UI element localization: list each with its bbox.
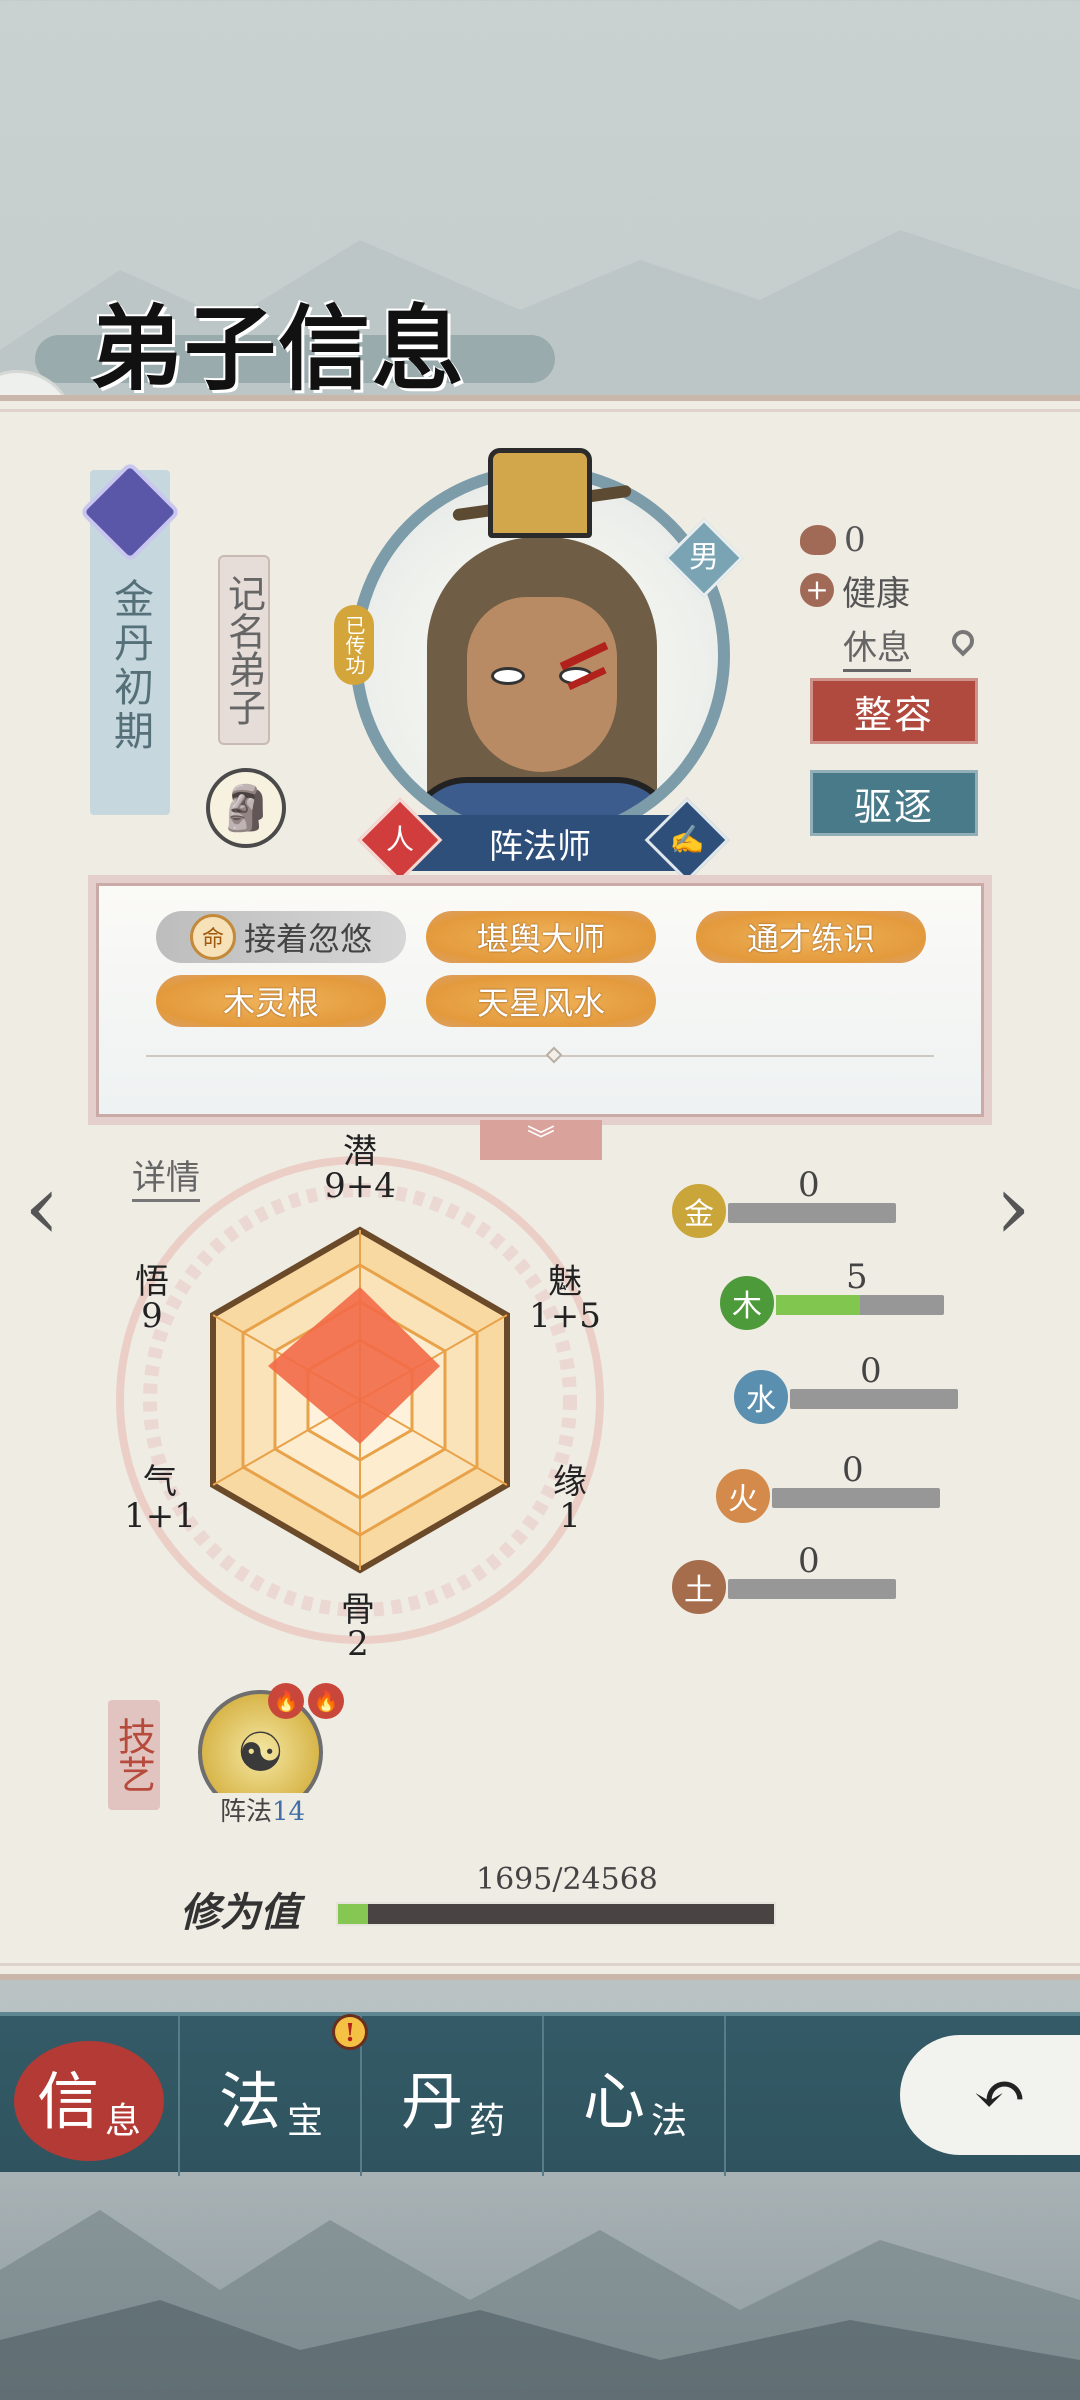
class-name: 阵法师 [489,826,591,867]
traits-divider [146,1055,934,1057]
element-value: 0 [842,1450,864,1490]
portrait-face [467,597,617,772]
attr-bone: 骨 2 [318,1593,398,1661]
mood-count: 0 [844,520,866,560]
traits-panel: 命 接着忽悠 堪舆大师 通才练识 木灵根 天星风水 [88,875,992,1125]
prev-disciple-arrow-icon[interactable]: ‹ [24,1155,60,1260]
attr-value: 9+4 [324,1166,396,1206]
tab-label-small: 宝 [287,2101,324,2142]
skills-label: 技艺 [108,1700,160,1810]
spirit-beast-icon[interactable]: 🗿 [206,768,286,848]
attr-insight: 悟 9 [112,1265,192,1333]
element-value: 5 [846,1257,868,1297]
passed-down-badge: 已传功 [334,605,374,685]
skill-name-label: 阵法14 [200,1793,325,1831]
element-bar [776,1295,944,1315]
element-bar [728,1203,896,1223]
page-title: 弟子信息 [90,295,467,403]
status-panel: 0 + 健康 [800,515,910,615]
portrait-crown [488,448,592,538]
health-status: 健康 [842,573,910,614]
attr-value: 9 [141,1296,163,1336]
attr-potential: 潜 9+4 [320,1135,400,1203]
flame-icon: 🔥 [268,1683,304,1719]
trait-label: 接着忽悠 [243,920,372,958]
trait-tag[interactable]: 命 接着忽悠 [156,911,406,963]
tab-label-big: 信 [36,2065,99,2138]
cultivation-label: 修为值 [180,1889,300,1936]
next-disciple-arrow-icon[interactable]: › [995,1155,1031,1260]
attr-name: 骨 [341,1590,375,1630]
attr-qi: 气 1+1 [120,1465,200,1533]
tab-info[interactable]: 信息 [0,2016,180,2176]
mood-icon [800,525,836,555]
element-value: 0 [860,1351,882,1391]
tab-label-big: 法 [218,2065,281,2138]
element-bar [728,1579,896,1599]
divider-ornament [545,1046,563,1064]
attr-name: 缘 [553,1462,587,1502]
wood-element-icon: 木 [716,1272,778,1334]
race-label: 人 [385,823,414,856]
cultivation-bar [336,1902,776,1926]
element-value: 0 [798,1541,820,1581]
tab-label-big: 心 [582,2065,645,2138]
attr-name: 魅 [548,1262,582,1302]
tab-label-big: 丹 [400,2065,463,2138]
element-bar [772,1488,940,1508]
attr-name: 悟 [135,1262,169,1302]
health-icon: + [800,573,834,607]
attr-name: 气 [143,1462,177,1502]
attr-fate: 缘 1 [530,1465,610,1533]
attribute-radar-chart [116,1156,604,1644]
attr-value: 2 [347,1624,369,1664]
tab-pills[interactable]: 丹药 [364,2016,544,2176]
trait-label: 天星风水 [476,984,605,1022]
trait-tag[interactable]: 天星风水 [426,975,656,1027]
element-bar-fill [776,1295,860,1315]
element-value: 0 [798,1165,820,1205]
realm-banner: 金丹初期 [79,461,181,815]
tab-label-small: 息 [105,2101,142,2142]
fire-element-icon: 火 [712,1465,774,1527]
tab-label-small: 药 [469,2101,506,2142]
rank-label: 记名弟子 [218,555,270,745]
trait-tag[interactable]: 通才练识 [696,911,926,963]
back-arrow-button[interactable]: ↶ [900,2035,1080,2155]
cultivation-bar-fill [338,1904,369,1924]
trait-label: 堪舆大师 [476,920,605,958]
realm-label: 金丹初期 [107,578,153,754]
makeover-button[interactable]: 整容 [810,678,978,744]
title-area: 弟子信息 [35,275,555,408]
background-mountains-bottom [0,2210,1080,2400]
portrait-scar [559,641,609,671]
attr-value: 1+5 [529,1296,601,1336]
skill-name: 阵法 [219,1797,272,1827]
skill-level: 14 [271,1797,306,1827]
trait-tag[interactable]: 堪舆大师 [426,911,656,963]
attr-name: 潜 [343,1132,377,1172]
metal-element-icon: 金 [668,1180,730,1242]
expel-button[interactable]: 驱逐 [810,770,978,836]
earth-element-icon: 土 [668,1556,730,1618]
tab-mind-method[interactable]: 心法 [546,2016,726,2176]
portrait-eye [491,667,525,685]
trait-tag[interactable]: 木灵根 [156,975,386,1027]
attr-value: 1 [559,1496,581,1536]
alert-badge-icon: ! [332,2014,368,2050]
trait-label: 木灵根 [222,984,319,1022]
activity-link[interactable]: 休息 [843,620,911,672]
trait-label: 通才练识 [746,920,875,958]
gender-label: 男 [689,540,719,575]
attr-value: 1+1 [124,1496,196,1536]
water-element-icon: 水 [730,1366,792,1428]
attr-charm: 魅 1+5 [525,1265,605,1333]
tab-label-small: 法 [651,2101,688,2142]
cultivation-value: 1695/24568 [476,1862,658,1897]
fate-icon: 命 [189,914,236,960]
flame-icon: 🔥 [308,1683,344,1719]
realm-badge-icon [79,461,181,563]
element-bar [790,1389,958,1409]
